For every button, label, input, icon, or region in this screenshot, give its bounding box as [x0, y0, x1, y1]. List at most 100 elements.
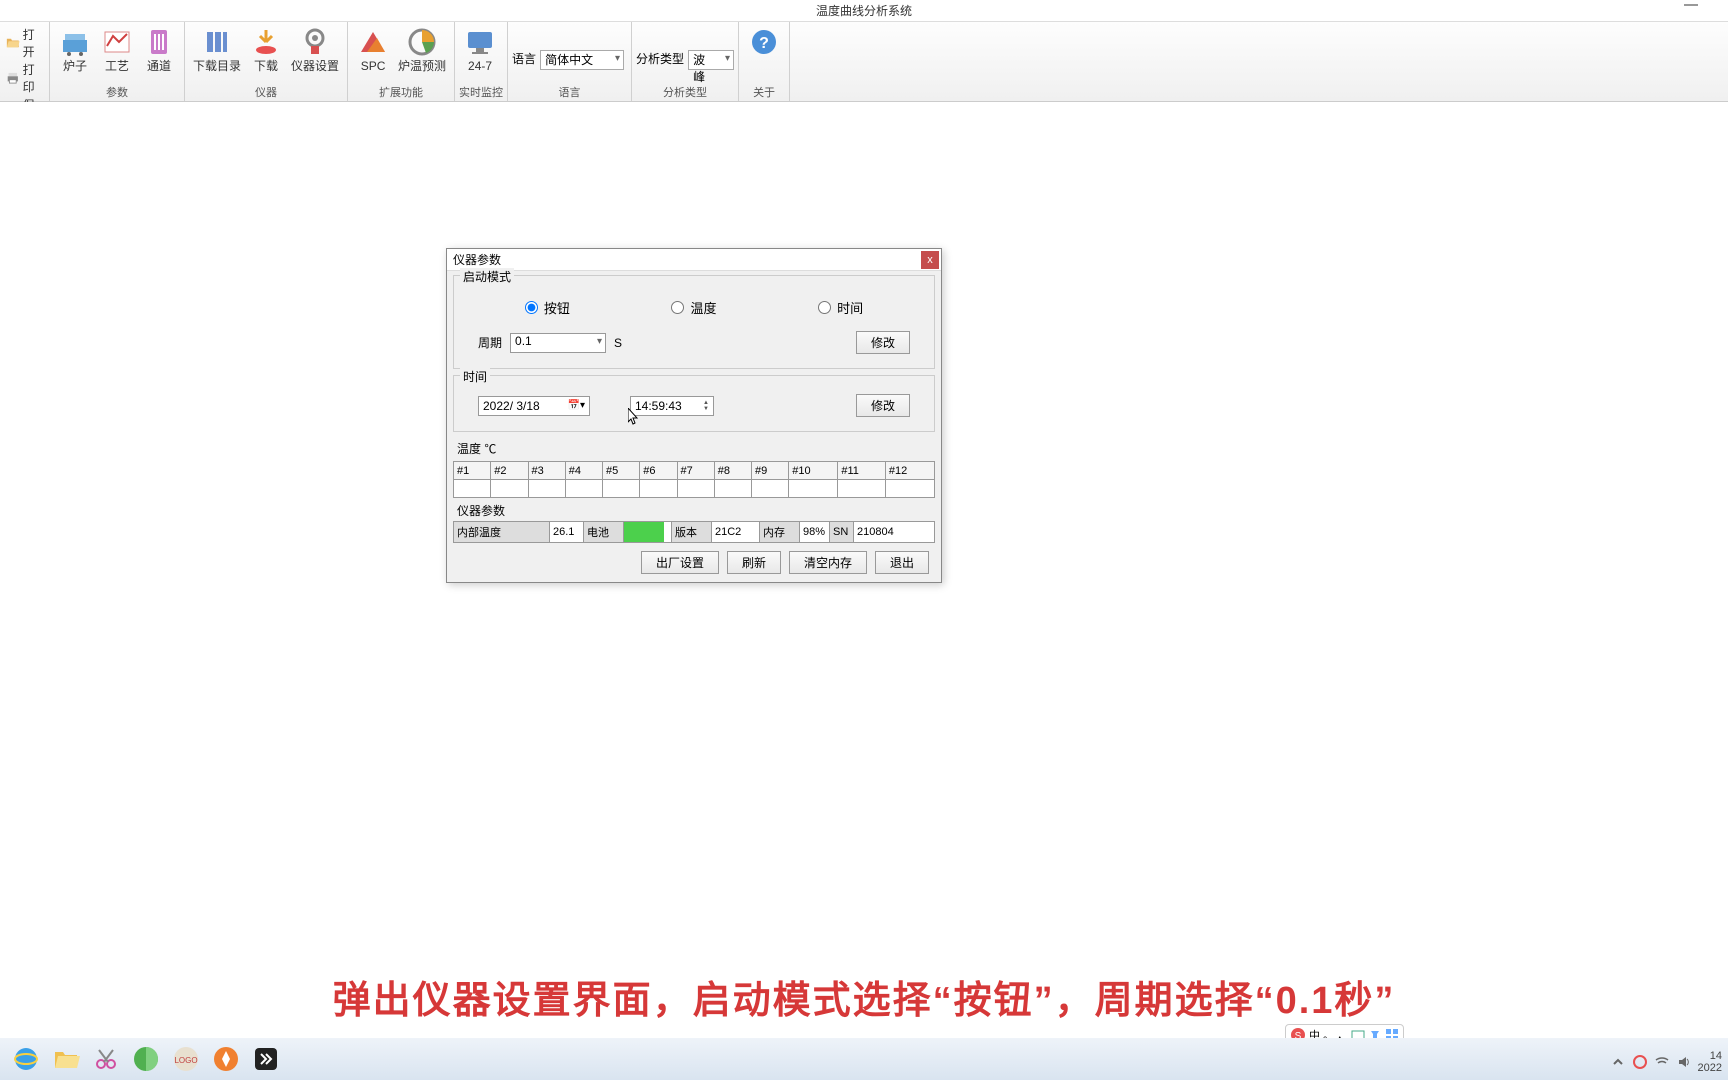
browser2-icon[interactable]	[211, 1044, 241, 1074]
tutorial-caption: 弹出仪器设置界面，启动模式选择“按钮”，周期选择“0.1秒”	[0, 957, 1728, 1036]
temp-cell	[640, 480, 677, 498]
temp-header: #11	[838, 462, 886, 480]
calendar-icon[interactable]: 📅▾	[568, 400, 585, 411]
temp-header: #10	[789, 462, 838, 480]
volume-icon[interactable]	[1676, 1054, 1692, 1070]
time-input[interactable]: 14:59:43▲▼	[630, 396, 714, 416]
memory-label: 内存	[760, 522, 800, 542]
window-titlebar: 温度曲线分析系统	[0, 0, 1728, 22]
sn-label: SN	[830, 522, 854, 542]
temp-header: #6	[640, 462, 677, 480]
chevron-up-icon[interactable]	[1610, 1054, 1626, 1070]
start-mode-fieldset: 启动模式 按钮 温度 时间 周期 0.1 S 修改	[453, 275, 935, 369]
ie-icon[interactable]	[11, 1044, 41, 1074]
temp-header: #12	[885, 462, 934, 480]
process-button[interactable]: 工艺	[96, 24, 138, 75]
params-row: 内部温度 26.1 电池 版本 21C2 内存 98% SN 210804	[453, 521, 935, 543]
exit-button[interactable]: 退出	[875, 551, 929, 574]
spc-button[interactable]: SPC	[352, 24, 394, 75]
cycle-select[interactable]: 0.1	[510, 333, 606, 353]
radio-temp-mode[interactable]: 温度	[671, 298, 716, 317]
sync-icon[interactable]	[1632, 1054, 1648, 1070]
group-label-lang: 语言	[512, 83, 627, 101]
sn-value: 210804	[854, 522, 934, 542]
browser-icon[interactable]	[131, 1044, 161, 1074]
start-mode-legend: 启动模式	[460, 268, 514, 285]
group-label-ext: 扩展功能	[352, 83, 450, 101]
temp-cell	[603, 480, 640, 498]
lang-label: 语言	[512, 50, 536, 67]
dialog-title: 仪器参数	[453, 251, 501, 268]
analysis-combo[interactable]: 波峰	[688, 50, 734, 70]
system-tray: 14 2022	[1610, 1050, 1722, 1074]
temp-cell	[528, 480, 565, 498]
dialog-titlebar: 仪器参数 x	[447, 249, 941, 271]
close-icon[interactable]: x	[921, 251, 939, 269]
ribbon: 打开 打印 保存 文件 炉子 工艺 通道 参数 下载目录 下载 仪器设置 仪器 …	[0, 22, 1728, 102]
about-button[interactable]: ?	[743, 24, 785, 62]
download-dir-button[interactable]: 下载目录	[189, 24, 245, 75]
temp-cell	[454, 480, 491, 498]
temp-cell	[838, 480, 886, 498]
download-button[interactable]: 下载	[245, 24, 287, 75]
version-value: 21C2	[712, 522, 760, 542]
temp-header: #5	[603, 462, 640, 480]
temp-cell	[752, 480, 789, 498]
group-label-params: 参数	[54, 83, 180, 101]
tray-date[interactable]: 2022	[1698, 1062, 1722, 1074]
refresh-button[interactable]: 刷新	[727, 551, 781, 574]
version-label: 版本	[672, 522, 712, 542]
editor-icon[interactable]	[251, 1044, 281, 1074]
group-label-analysis: 分析类型	[636, 83, 734, 101]
group-label-instr: 仪器	[189, 83, 343, 101]
inner-temp-value: 26.1	[550, 522, 584, 542]
channel-button[interactable]: 通道	[138, 24, 180, 75]
snip-icon[interactable]	[91, 1044, 121, 1074]
predict-button[interactable]: 炉温预测	[394, 24, 450, 75]
print-button[interactable]: 打印	[4, 61, 45, 95]
spin-icon[interactable]: ▲▼	[703, 400, 709, 412]
memory-value: 98%	[800, 522, 830, 542]
group-label-about: 关于	[743, 83, 785, 101]
factory-button[interactable]: 出厂设置	[641, 551, 719, 574]
window-title: 温度曲线分析系统	[816, 4, 912, 18]
time-legend: 时间	[460, 368, 490, 385]
svg-text:?: ?	[759, 35, 769, 52]
minimize-icon[interactable]	[1684, 4, 1698, 6]
svg-text:LOGO: LOGO	[174, 1056, 197, 1065]
taskbar: LOGO	[0, 1038, 1728, 1080]
params-label: 仪器参数	[453, 498, 935, 521]
temp-label: 温度 ℃	[453, 438, 935, 459]
temp-cell	[789, 480, 838, 498]
app-icon[interactable]: LOGO	[171, 1044, 201, 1074]
time-fieldset: 时间 2022/ 3/18📅▾ 14:59:43▲▼ 修改	[453, 375, 935, 432]
temp-header: #4	[565, 462, 602, 480]
temp-table: #1#2#3#4#5#6#7#8#9#10#11#12	[453, 461, 935, 498]
clear-memory-button[interactable]: 清空内存	[789, 551, 867, 574]
lang-combo[interactable]: 简体中文	[540, 50, 624, 70]
cycle-modify-button[interactable]: 修改	[856, 331, 910, 354]
time-modify-button[interactable]: 修改	[856, 394, 910, 417]
tray-time[interactable]: 14	[1698, 1050, 1722, 1062]
temp-header: #3	[528, 462, 565, 480]
temp-header: #2	[491, 462, 528, 480]
temp-header: #1	[454, 462, 491, 480]
temp-cell	[491, 480, 528, 498]
cycle-unit: S	[614, 336, 622, 350]
group-label-monitor: 实时监控	[459, 83, 503, 101]
date-input[interactable]: 2022/ 3/18📅▾	[478, 396, 590, 416]
radio-time-mode[interactable]: 时间	[818, 298, 863, 317]
open-button[interactable]: 打开	[4, 26, 45, 60]
instrument-settings-button[interactable]: 仪器设置	[287, 24, 343, 75]
radio-button-mode[interactable]: 按钮	[525, 298, 570, 317]
battery-bar	[624, 522, 672, 542]
temp-header: #7	[677, 462, 714, 480]
temp-header: #9	[752, 462, 789, 480]
realtime-button[interactable]: 24-7	[459, 24, 501, 75]
instrument-params-dialog: 仪器参数 x 启动模式 按钮 温度 时间 周期 0.1 S 修改 时间 2022…	[446, 248, 942, 583]
explorer-icon[interactable]	[51, 1044, 81, 1074]
temp-cell	[677, 480, 714, 498]
wifi-icon[interactable]	[1654, 1054, 1670, 1070]
furnace-button[interactable]: 炉子	[54, 24, 96, 75]
battery-label: 电池	[584, 522, 624, 542]
